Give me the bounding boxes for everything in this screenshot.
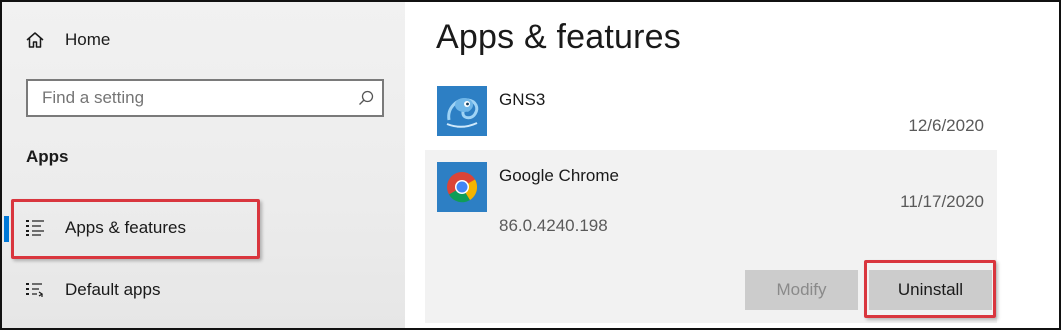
chrome-icon bbox=[437, 162, 487, 212]
home-icon bbox=[24, 29, 46, 51]
app-name: GNS3 bbox=[499, 90, 546, 109]
app-version: 86.0.4240.198 bbox=[499, 216, 608, 235]
search-input[interactable] bbox=[42, 88, 350, 108]
sidebar-item-home[interactable]: Home bbox=[24, 28, 110, 52]
sidebar-item-label: Default apps bbox=[65, 280, 161, 299]
default-apps-icon bbox=[24, 279, 46, 301]
main-panel: Apps & features GNS3 12/6/2020 Google Ch… bbox=[405, 2, 1059, 328]
gns3-chameleon-icon bbox=[437, 86, 487, 136]
highlight-box bbox=[864, 260, 996, 318]
sidebar-item-label: Home bbox=[65, 30, 111, 49]
settings-window: Home Apps Apps & features Default apps A… bbox=[0, 0, 1061, 330]
app-date: 11/17/2020 bbox=[900, 192, 984, 211]
sidebar-section-title: Apps bbox=[26, 147, 69, 166]
page-title: Apps & features bbox=[436, 18, 681, 56]
app-date: 12/6/2020 bbox=[908, 116, 984, 135]
modify-button[interactable]: Modify bbox=[745, 270, 858, 310]
search-icon[interactable] bbox=[350, 89, 382, 107]
highlight-box bbox=[11, 199, 260, 259]
sidebar: Home Apps Apps & features Default apps bbox=[2, 2, 405, 328]
active-indicator bbox=[4, 216, 9, 242]
app-name: Google Chrome bbox=[499, 166, 620, 185]
search-box[interactable] bbox=[26, 79, 384, 117]
app-list-item-gns3[interactable]: GNS3 12/6/2020 bbox=[425, 80, 997, 150]
